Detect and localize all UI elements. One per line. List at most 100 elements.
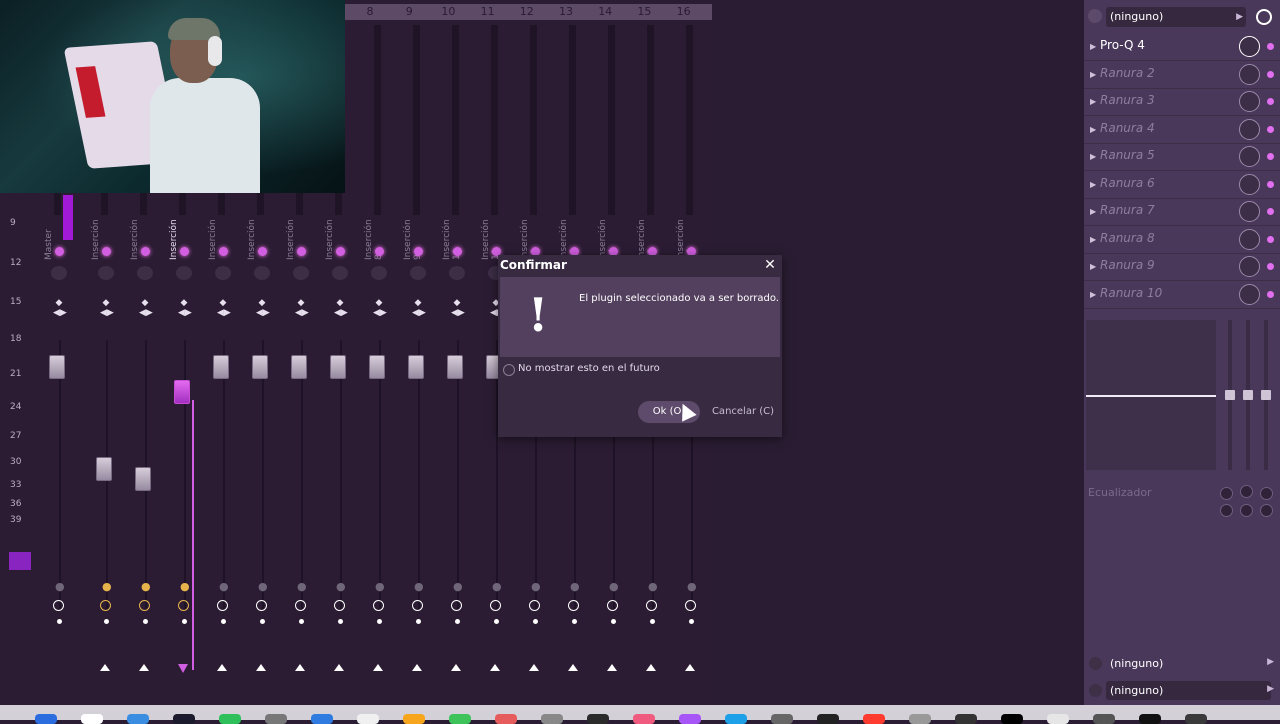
route-arrow-icon[interactable] [412, 664, 422, 671]
slot-enable-led-icon[interactable] [1267, 98, 1274, 105]
clock-icon[interactable] [646, 600, 657, 611]
pan-knob[interactable] [215, 266, 231, 280]
pan-knob[interactable] [410, 266, 426, 280]
slot-enable-led-icon[interactable] [1267, 235, 1274, 243]
mix-knob-icon[interactable] [1239, 146, 1260, 167]
eq-knob[interactable] [1240, 485, 1253, 498]
dont-show-again-label[interactable]: No mostrar esto en el futuro [518, 363, 660, 374]
clock-icon[interactable] [1256, 9, 1272, 25]
enable-led-icon[interactable] [258, 247, 267, 256]
effect-slot[interactable]: ▶ Ranura 4 [1084, 116, 1280, 144]
clock-icon[interactable] [334, 600, 345, 611]
close-icon[interactable]: ✕ [762, 257, 778, 273]
effect-slot[interactable]: ▶ Ranura 7 [1084, 198, 1280, 226]
clock-icon[interactable] [607, 600, 618, 611]
effect-slot[interactable]: ▶ Ranura 5 [1084, 143, 1280, 171]
slot-expand-icon[interactable]: ▶ [1090, 125, 1096, 134]
route-dot-icon[interactable] [377, 619, 382, 624]
output-select[interactable]: (ninguno) [1106, 681, 1271, 700]
pan-knob[interactable] [293, 266, 309, 280]
eq-knob[interactable] [1260, 487, 1273, 500]
input-value[interactable]: (ninguno) [1110, 657, 1163, 670]
route-dot-icon[interactable] [299, 619, 304, 624]
enable-led-icon[interactable] [375, 247, 384, 256]
dock-app-icon[interactable] [1093, 714, 1115, 724]
dock-app-icon[interactable] [357, 714, 379, 724]
effect-slot[interactable]: ▶ Ranura 9 [1084, 253, 1280, 281]
mix-knob-icon[interactable] [1239, 36, 1260, 57]
pan-knob[interactable] [137, 266, 153, 280]
bulb-icon[interactable]: ● [570, 580, 580, 593]
clock-icon[interactable] [568, 600, 579, 611]
enable-led-icon[interactable] [414, 247, 423, 256]
slot-enable-led-icon[interactable] [1267, 153, 1274, 160]
volume-fader[interactable] [369, 355, 385, 379]
stereo-arrows-icon[interactable]: ◆◀▶ [373, 298, 387, 318]
route-arrow-icon[interactable] [373, 664, 383, 671]
eq-fader-handle[interactable] [1225, 390, 1235, 400]
dock-app-icon[interactable] [127, 714, 149, 724]
route-dot-icon[interactable] [572, 619, 577, 624]
dock-app-icon[interactable] [449, 714, 471, 724]
dock-app-icon[interactable] [1001, 714, 1023, 724]
clock-icon[interactable] [178, 600, 189, 611]
dock-app-icon[interactable] [311, 714, 333, 724]
bulb-icon[interactable]: ● [55, 580, 65, 593]
pan-knob[interactable] [332, 266, 348, 280]
slot-expand-icon[interactable]: ▶ [1090, 42, 1096, 51]
eq-knob[interactable] [1220, 487, 1233, 500]
slot-expand-icon[interactable]: ▶ [1090, 97, 1096, 106]
bulb-icon[interactable]: ● [102, 580, 112, 593]
volume-fader[interactable] [447, 355, 463, 379]
output-icon[interactable] [1089, 684, 1102, 697]
route-dot-icon[interactable] [494, 619, 499, 624]
slot-enable-led-icon[interactable] [1267, 180, 1274, 188]
route-arrow-icon[interactable] [334, 664, 344, 671]
pan-knob[interactable] [371, 266, 387, 280]
stereo-arrows-icon[interactable]: ◆◀▶ [178, 298, 192, 318]
mixer-strip[interactable]: Inserción 9 ◆ ◀▶ ● [403, 20, 433, 700]
enable-led-icon[interactable] [297, 247, 306, 256]
dock-app-icon[interactable] [863, 714, 885, 724]
stereo-arrows-icon[interactable]: ◆◀▶ [451, 298, 465, 318]
effect-slot[interactable]: ▶ Ranura 10 [1084, 281, 1280, 309]
clock-icon[interactable] [451, 600, 462, 611]
route-arrow-icon[interactable] [451, 664, 461, 671]
eq-fader-handle[interactable] [1243, 390, 1253, 400]
dock-app-icon[interactable] [495, 714, 517, 724]
dock-app-icon[interactable] [81, 714, 103, 724]
eq-knob[interactable] [1220, 504, 1233, 517]
dock-app-icon[interactable] [817, 714, 839, 724]
route-arrow-icon[interactable] [607, 664, 617, 671]
slot-name[interactable]: Pro-Q 4 [1100, 38, 1145, 52]
dock-app-icon[interactable] [909, 714, 931, 724]
route-arrow-icon[interactable] [685, 664, 695, 671]
slot-name[interactable]: Ranura 7 [1100, 203, 1155, 217]
dock-app-icon[interactable] [541, 714, 563, 724]
slot-name[interactable]: Ranura 8 [1100, 231, 1155, 245]
route-arrow-icon[interactable] [100, 664, 110, 671]
bulb-icon[interactable]: ● [297, 580, 307, 593]
route-dot-icon[interactable] [221, 619, 226, 624]
pan-knob[interactable] [51, 266, 67, 280]
effect-slot[interactable]: ▶ Ranura 6 [1084, 171, 1280, 199]
route-dot-icon[interactable] [182, 619, 187, 624]
eq-fader-handle[interactable] [1261, 390, 1271, 400]
route-arrow-icon[interactable] [178, 664, 188, 673]
mixer-strip[interactable]: Inserción 10◆◀▶● [442, 20, 472, 700]
clock-icon[interactable] [412, 600, 423, 611]
dock-app-icon[interactable] [35, 714, 57, 724]
pan-knob[interactable] [254, 266, 270, 280]
volume-fader[interactable] [213, 355, 229, 379]
volume-fader[interactable] [96, 457, 112, 481]
clock-icon[interactable] [139, 600, 150, 611]
clock-icon[interactable] [53, 600, 64, 611]
enable-led-icon[interactable] [219, 247, 228, 256]
dock-app-icon[interactable] [771, 714, 793, 724]
dock-app-icon[interactable] [1185, 714, 1207, 724]
dock-app-icon[interactable] [173, 714, 195, 724]
route-dot-icon[interactable] [260, 619, 265, 624]
route-arrow-icon[interactable] [529, 664, 539, 671]
bulb-icon[interactable]: ● [336, 580, 346, 593]
volume-fader[interactable] [408, 355, 424, 379]
